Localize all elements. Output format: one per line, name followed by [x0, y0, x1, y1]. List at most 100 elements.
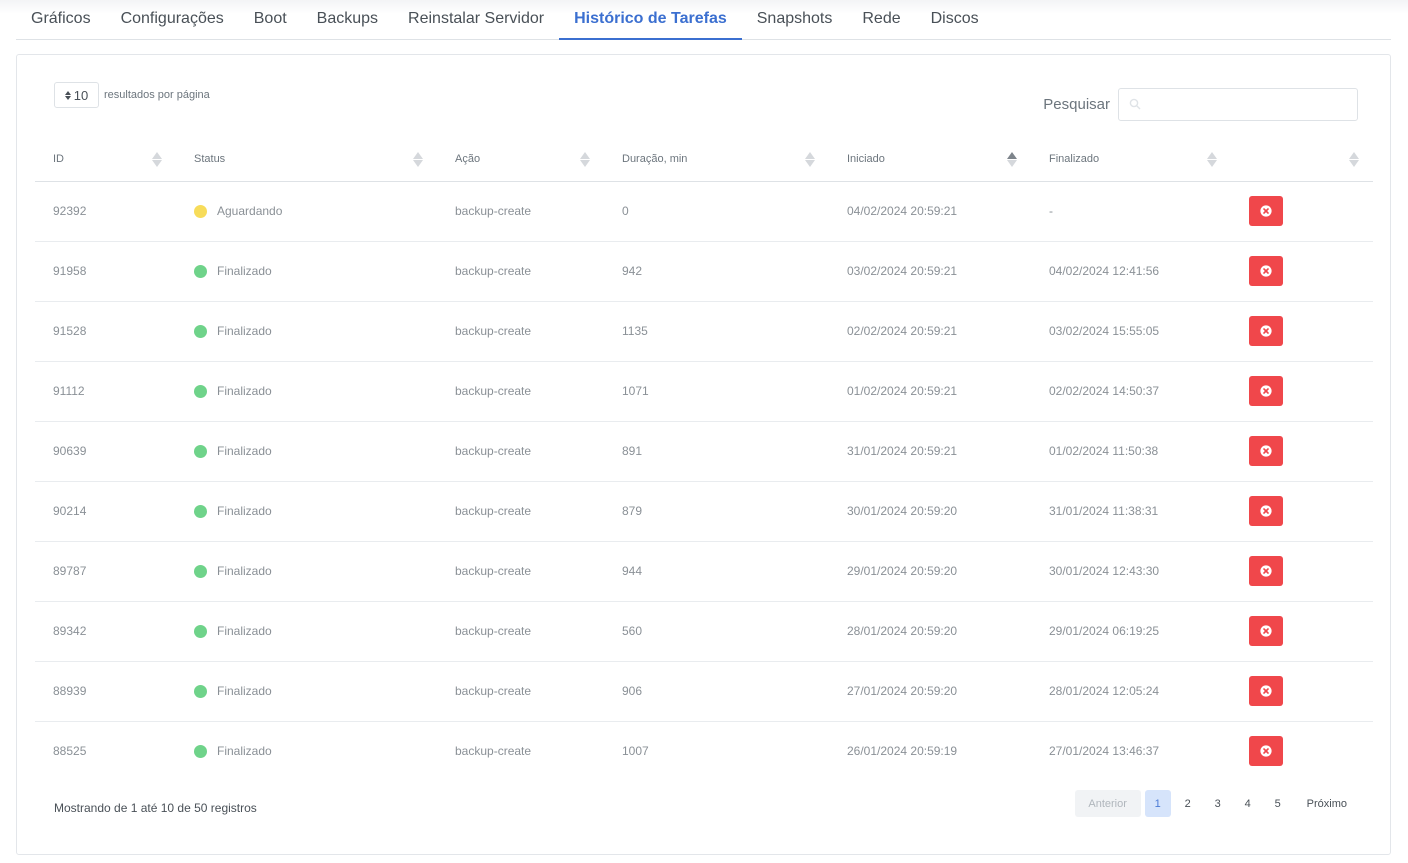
cell-finished: - — [1031, 181, 1231, 242]
cancel-task-button[interactable] — [1249, 736, 1283, 767]
cell-duration: 1071 — [604, 361, 829, 422]
cell-actions — [1231, 181, 1373, 242]
search-icon — [1129, 98, 1141, 110]
table-row: 92392 Aguardando backup-create 0 04/02/2024 … — [35, 181, 1373, 242]
table-row: 90639 Finalizado backup-create 891 31/01/202… — [35, 421, 1373, 482]
page-button-3[interactable]: 3 — [1205, 790, 1231, 817]
tab-2[interactable]: Boot — [239, 0, 302, 40]
cell-finished: 28/01/2024 12:05:24 — [1031, 661, 1231, 722]
cell-started: 26/01/2024 20:59:19 — [847, 744, 958, 759]
cancel-task-button[interactable] — [1249, 316, 1283, 346]
status-dot-icon — [194, 684, 207, 698]
status-label: Aguardando — [217, 204, 283, 218]
close-circle-icon — [1260, 685, 1272, 697]
cell-action: backup-create — [437, 601, 604, 662]
cell-duration: 942 — [604, 241, 829, 302]
cell-finished: 27/01/2024 13:46:37 — [1049, 744, 1160, 759]
sort-icon — [805, 152, 815, 167]
tab-4[interactable]: Reinstalar Servidor — [393, 0, 559, 40]
cell-duration: 891 — [604, 421, 829, 482]
sort-icon — [580, 152, 590, 167]
status-label: Finalizado — [217, 324, 272, 338]
column-header-3[interactable]: Duração, min — [604, 138, 829, 182]
tab-5[interactable]: Histórico de Tarefas — [559, 0, 742, 40]
cell-started: 29/01/2024 20:59:20 — [829, 541, 1031, 602]
cancel-task-button[interactable] — [1249, 616, 1283, 646]
tab-0[interactable]: Gráficos — [16, 0, 106, 40]
cell-status: Finalizado — [176, 541, 437, 602]
cancel-task-button[interactable] — [1249, 496, 1283, 526]
prev-page-button[interactable]: Anterior — [1074, 790, 1141, 817]
task-table: ID Status Ação Duração, min Iniciado Finaliza… — [35, 138, 1373, 781]
tab-6[interactable]: Snapshots — [742, 0, 848, 40]
sort-icon — [1207, 152, 1217, 167]
page-length-select[interactable]: 10 — [54, 82, 99, 108]
cell-actions — [1231, 421, 1373, 482]
cell-finished: 04/02/2024 12:41:56 — [1031, 241, 1231, 302]
cell-status: Finalizado — [176, 661, 437, 722]
page-button-1[interactable]: 1 — [1144, 790, 1171, 817]
page-button-5[interactable]: 5 — [1265, 790, 1291, 817]
table-body: 92392 Aguardando backup-create 0 04/02/2024 … — [35, 181, 1373, 781]
status-dot-icon — [194, 264, 207, 278]
search-label: Pesquisar — [1043, 96, 1110, 113]
sort-icon — [152, 152, 162, 167]
cell-actions — [1231, 301, 1373, 362]
cancel-task-button[interactable] — [1249, 676, 1283, 706]
cancel-task-button[interactable] — [1249, 436, 1283, 466]
cancel-task-button[interactable] — [1249, 256, 1283, 286]
status-dot-icon — [194, 564, 207, 578]
cell-status: Finalizado — [176, 601, 437, 662]
status-dot-icon — [194, 444, 207, 458]
table-row: 91528 Finalizado backup-create 1135 02/02/20… — [35, 301, 1373, 362]
cell-actions — [1231, 721, 1373, 781]
column-header-1[interactable]: Status — [176, 138, 437, 182]
search-input[interactable] — [1119, 89, 1357, 120]
column-header-label: Iniciado — [847, 153, 885, 166]
column-header-2[interactable]: Ação — [437, 138, 604, 182]
cell-duration: 1007 — [622, 744, 649, 759]
tab-1[interactable]: Configurações — [106, 0, 239, 40]
search-box[interactable] — [1118, 88, 1358, 121]
close-circle-icon — [1260, 265, 1272, 277]
column-header-label: Duração, min — [622, 153, 688, 166]
tab-3[interactable]: Backups — [302, 0, 393, 40]
table-info: Mostrando de 1 até 10 de 50 registros — [54, 801, 257, 815]
column-header-6[interactable] — [1231, 138, 1373, 182]
sort-icon — [1349, 152, 1359, 167]
cell-started: 27/01/2024 20:59:20 — [829, 661, 1031, 722]
cell-action: backup-create — [437, 301, 604, 362]
page-button-2[interactable]: 2 — [1175, 790, 1201, 817]
status-label: Finalizado — [217, 684, 272, 698]
next-page-button[interactable]: Próximo — [1295, 790, 1359, 817]
cell-id: 90639 — [35, 421, 176, 482]
cell-id: 89342 — [35, 601, 176, 662]
table-row: 91112 Finalizado backup-create 1071 01/02/20… — [35, 361, 1373, 422]
column-header-4[interactable]: Iniciado — [829, 138, 1031, 182]
cell-finished: 03/02/2024 15:55:05 — [1031, 301, 1231, 362]
cell-duration: 906 — [604, 661, 829, 722]
cancel-task-button[interactable] — [1249, 196, 1283, 226]
table-row: 91958 Finalizado backup-create 942 03/02/202… — [35, 241, 1373, 302]
tab-8[interactable]: Discos — [916, 0, 994, 40]
cell-actions — [1231, 661, 1373, 722]
status-dot-icon — [194, 624, 207, 638]
table-header-row: ID Status Ação Duração, min Iniciado Finaliza… — [35, 138, 1373, 182]
tab-7[interactable]: Rede — [847, 0, 915, 40]
cell-duration: 560 — [604, 601, 829, 662]
task-history-card: 10 resultados por página Pesquisar ID Sta… — [16, 54, 1391, 855]
cell-actions — [1231, 541, 1373, 602]
page-button-4[interactable]: 4 — [1235, 790, 1261, 817]
cell-id: 91112 — [35, 361, 176, 422]
cancel-task-button[interactable] — [1249, 376, 1283, 406]
cell-id: 89787 — [35, 541, 176, 602]
column-header-5[interactable]: Finalizado — [1031, 138, 1231, 182]
status-label: Finalizado — [217, 264, 272, 278]
cell-finished: 01/02/2024 11:50:38 — [1031, 421, 1231, 482]
cancel-task-button[interactable] — [1249, 556, 1283, 586]
close-circle-icon — [1260, 325, 1272, 337]
cell-id: 91958 — [35, 241, 176, 302]
column-header-0[interactable]: ID — [35, 138, 176, 182]
page-length-control: 10 resultados por página — [54, 82, 210, 108]
cell-id: 88939 — [35, 661, 176, 722]
